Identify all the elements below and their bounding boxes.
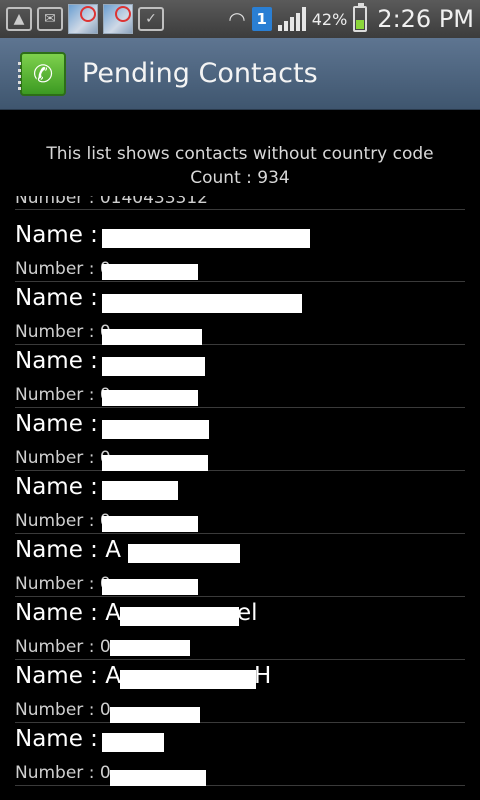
contact-number: Number : 0 xyxy=(15,448,111,468)
gallery-icon: ▲ xyxy=(6,7,32,31)
contact-name: Name : xyxy=(15,222,98,248)
signal-icon xyxy=(277,7,306,31)
redacted-number xyxy=(102,455,208,471)
redacted-number xyxy=(102,579,198,595)
notification-icons: ▲ ✉ ✓ xyxy=(6,4,164,34)
mail-icon: ✉ xyxy=(37,7,63,31)
contact-name: Name : xyxy=(15,726,98,752)
system-icons: ◠ 1 42% 2:26 PM xyxy=(228,3,474,33)
redacted-number xyxy=(110,640,190,656)
contacts-list[interactable]: Number : 0140433312 Name : Number : 0 Nam… xyxy=(0,196,480,800)
contacts-book-icon[interactable]: ✆ xyxy=(18,51,66,96)
redacted-name xyxy=(102,481,178,500)
list-info: This list shows contacts without country… xyxy=(0,142,480,190)
contact-name: Name : xyxy=(15,348,98,374)
contact-name: Name : A xyxy=(15,663,121,689)
redacted-number xyxy=(102,264,198,280)
list-item[interactable]: Name : A el Number : 0 xyxy=(15,597,465,660)
contact-name: Name : xyxy=(15,474,98,500)
contact-number: Number : 0 xyxy=(15,511,111,531)
redacted-name xyxy=(120,607,239,626)
redacted-number xyxy=(110,707,200,723)
contact-number: Number : 0 xyxy=(15,322,111,342)
contact-number: Number : 0 xyxy=(15,385,111,405)
phone-icon: ✆ xyxy=(32,59,54,88)
battery-percent: 42% xyxy=(311,9,348,29)
battery-fill xyxy=(356,19,365,29)
contact-name: Name : A xyxy=(15,600,121,626)
contact-name-suffix: el xyxy=(237,600,258,626)
image-thumbnail-icon xyxy=(103,4,133,34)
redacted-name xyxy=(102,420,209,439)
contact-number: Number : 0 xyxy=(15,637,111,657)
list-item[interactable]: Number : 0140433312 xyxy=(15,196,465,210)
notification-count-badge: 1 xyxy=(251,7,272,31)
page-title: Pending Contacts xyxy=(82,58,318,89)
list-item[interactable]: Name : Number : 0 xyxy=(15,282,465,345)
contact-name: Name : xyxy=(15,285,98,311)
contact-count: Count : 934 xyxy=(190,168,290,188)
list-item[interactable]: Name : Number : 0 xyxy=(15,471,465,534)
contact-number: Number : 0 xyxy=(15,700,111,720)
redacted-name xyxy=(102,733,164,752)
list-item[interactable]: Name : Number : 0 xyxy=(15,723,465,786)
contact-name-suffix: H xyxy=(254,663,272,689)
redacted-name xyxy=(120,670,256,689)
list-item[interactable]: Name : A Number : 0 xyxy=(15,534,465,597)
status-bar: ▲ ✉ ✓ ◠ 1 42% 2:26 PM xyxy=(0,0,480,38)
list-item[interactable]: Name : Number : 0 xyxy=(15,345,465,408)
contact-number: Number : 0140433312 xyxy=(15,196,208,208)
redacted-number xyxy=(102,516,198,532)
contact-number: Number : 0 xyxy=(15,259,111,279)
contact-number: Number : 0 xyxy=(15,574,111,594)
list-item[interactable]: Name : A H Number : 0 xyxy=(15,660,465,723)
redacted-number xyxy=(110,770,206,786)
redacted-number xyxy=(102,390,198,406)
redacted-name xyxy=(102,357,205,376)
contact-name: Name : xyxy=(15,411,98,437)
contact-name: Name : A xyxy=(15,537,121,563)
app-title-bar: ✆ Pending Contacts xyxy=(0,38,480,110)
list-item[interactable]: Name : Number : 0 xyxy=(15,408,465,471)
list-item[interactable]: Name : Number : 0 xyxy=(15,219,465,282)
redacted-name xyxy=(128,544,240,563)
contact-number: Number : 0 xyxy=(15,763,111,783)
wifi-icon: ◠ xyxy=(228,7,246,31)
battery-icon xyxy=(353,3,368,32)
info-description: This list shows contacts without country… xyxy=(46,144,434,164)
status-clock: 2:26 PM xyxy=(377,5,474,33)
image-thumbnail-icon xyxy=(68,4,98,34)
redacted-name xyxy=(102,229,310,248)
task-icon: ✓ xyxy=(138,7,164,31)
redacted-number xyxy=(102,329,202,345)
redacted-name xyxy=(102,294,302,313)
